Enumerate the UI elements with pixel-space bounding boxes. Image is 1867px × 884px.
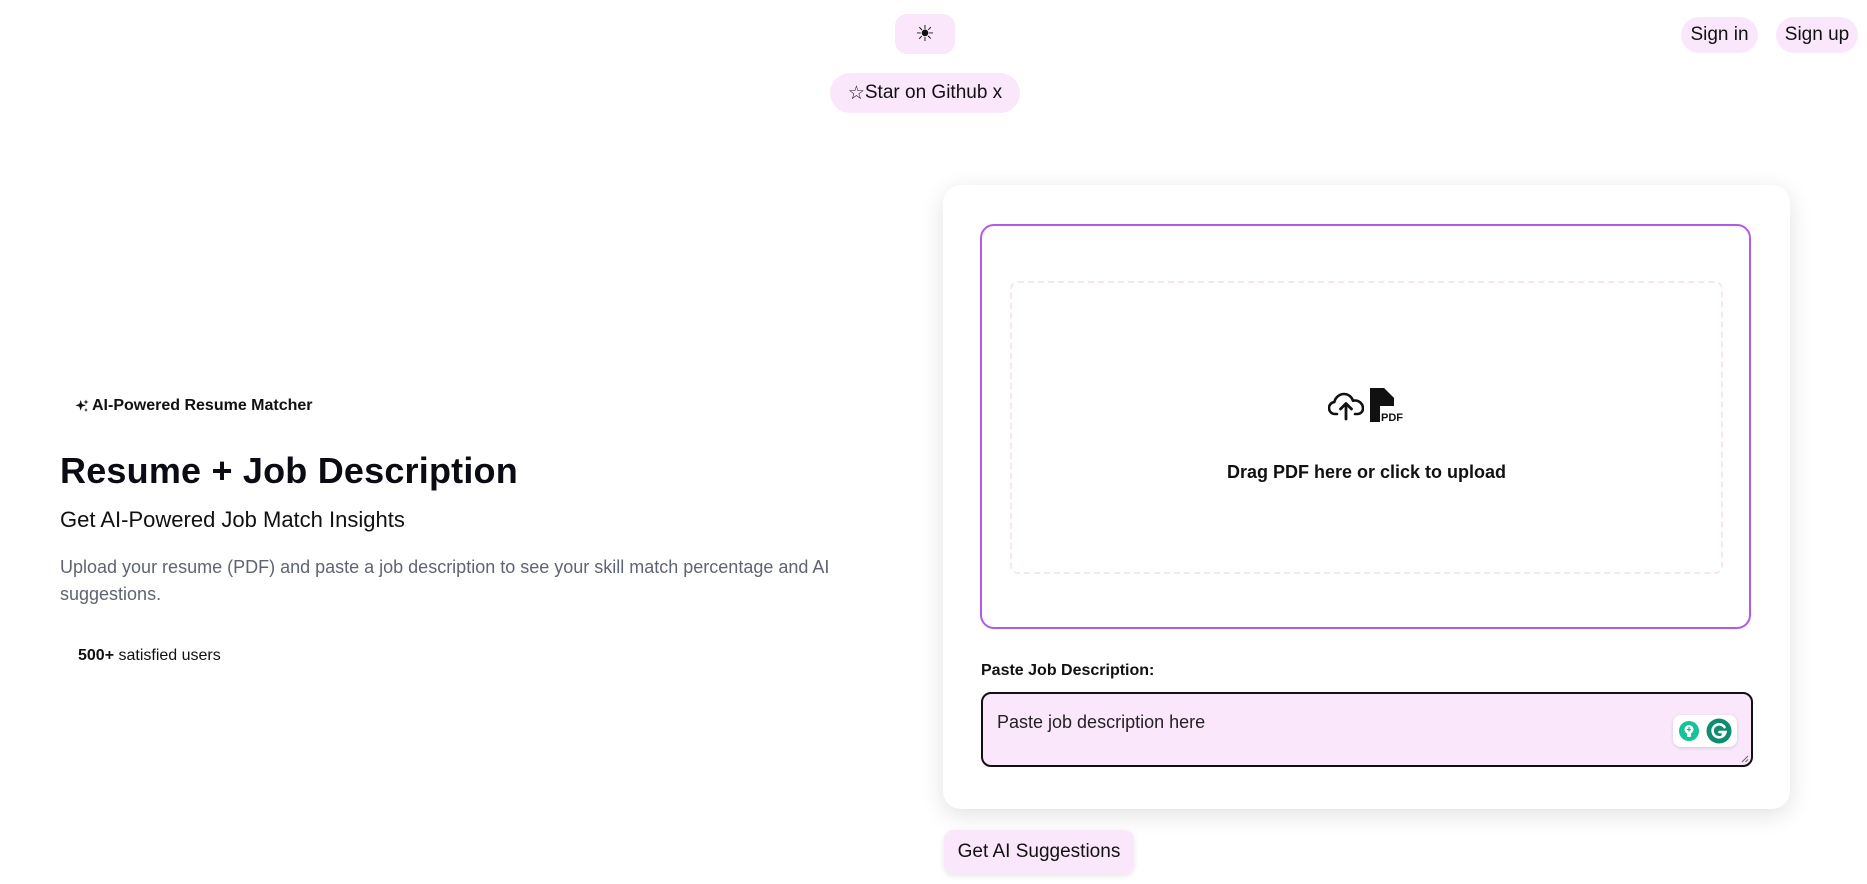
upload-icons: PDF <box>1328 385 1408 425</box>
hero-badge: AI-Powered Resume Matcher <box>74 397 313 415</box>
lightbulb-icon[interactable] <box>1678 720 1700 742</box>
star-icon: ☆ <box>847 82 865 104</box>
upload-instruction: Drag PDF here or click to upload <box>1226 462 1507 482</box>
pdf-file-icon: PDF <box>1370 388 1403 424</box>
satisfied-users: 500+ satisfied users <box>78 647 221 665</box>
hero-subtitle: Get AI-Powered Job Match Insights <box>60 507 405 532</box>
star-on-github-label: Star on Github x <box>864 82 1003 103</box>
resize-handle-icon[interactable] <box>1741 755 1749 763</box>
get-ai-suggestions-button[interactable]: Get AI Suggestions <box>944 830 1134 874</box>
sparkles-icon <box>75 399 89 412</box>
grammarly-icon[interactable] <box>1706 718 1732 744</box>
hero-description: Upload your resume (PDF) and paste a job… <box>60 557 830 604</box>
job-description-label: Paste Job Description: <box>981 662 1155 679</box>
sign-in-button[interactable]: Sign in <box>1681 17 1758 53</box>
job-description-input[interactable] <box>981 692 1753 767</box>
hero-badge-label: AI-Powered Resume Matcher <box>92 397 313 414</box>
theme-toggle-button[interactable]: ☀ <box>895 14 955 54</box>
get-ai-suggestions-label: Get AI Suggestions <box>957 841 1121 862</box>
grammarly-widget[interactable] <box>1673 715 1737 747</box>
dropzone-inner-area[interactable] <box>1010 281 1723 574</box>
pdf-label: PDF <box>1381 412 1403 424</box>
sign-up-button[interactable]: Sign up <box>1776 17 1858 53</box>
users-count-suffix: satisfied users <box>114 647 221 664</box>
cloud-upload-icon <box>1328 392 1364 421</box>
sun-icon: ☀ <box>915 21 935 46</box>
sign-in-label: Sign in <box>1690 24 1749 45</box>
hero-title: Resume + Job Description <box>60 450 518 491</box>
star-on-github-button[interactable]: ☆ Star on Github x <box>830 73 1020 113</box>
sign-up-label: Sign up <box>1784 24 1850 45</box>
users-count-value: 500+ <box>78 647 115 664</box>
